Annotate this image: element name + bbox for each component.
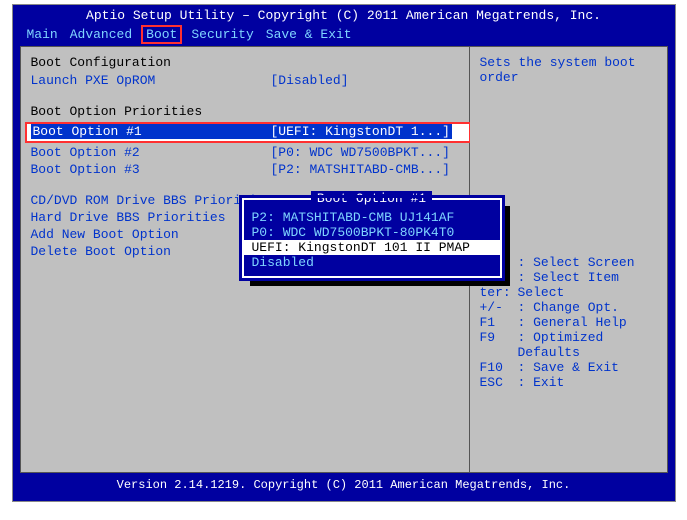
help-save-exit: F10: Save & Exit [480,360,657,375]
boot-option-2-value: [P0: WDC WD7500BPKT...] [271,145,450,160]
boot-config-header: Boot Configuration [31,55,459,70]
bios-setup-screen: Aptio Setup Utility – Copyright (C) 2011… [12,4,676,502]
popup-option-2[interactable]: UEFI: KingstonDT 101 II PMAP [244,240,500,255]
boot-option-2-label: Boot Option #2 [31,145,271,160]
priorities-header: Boot Option Priorities [31,104,459,119]
help-defaults: F9: Optimized Defaults [480,330,657,360]
help-enter: ter:Select [480,285,657,300]
menu-advanced[interactable]: Advanced [70,27,132,42]
help-description: Sets the system boot order [480,55,657,85]
title-bar: Aptio Setup Utility – Copyright (C) 2011… [13,5,675,25]
popup-option-3[interactable]: Disabled [244,255,500,270]
menu-save-exit[interactable]: Save & Exit [266,27,352,42]
help-select-item: : Select Item [480,270,657,285]
popup-option-1[interactable]: P0: WDC WD7500BPKT-80PK4T0 [244,225,500,240]
launch-pxe-value: [Disabled] [271,73,349,88]
launch-pxe-label: Launch PXE OpROM [31,73,271,88]
boot-option-1-value: [UEFI: KingstonDT 1...] [269,124,452,139]
boot-option-1-label: Boot Option #1 [31,124,269,139]
help-select-screen: : Select Screen [480,255,657,270]
launch-pxe-row[interactable]: Launch PXE OpROM [Disabled] [31,73,459,88]
boot-option-1-row[interactable]: Boot Option #1 [UEFI: KingstonDT 1...] [25,122,471,143]
help-escape: ESC: Exit [480,375,657,390]
menu-security[interactable]: Security [191,27,253,42]
menu-bar: Main Advanced Boot Security Save & Exit [13,25,675,46]
boot-option-2-row[interactable]: Boot Option #2 [P0: WDC WD7500BPKT...] [31,145,459,160]
help-general: F1: General Help [480,315,657,330]
popup-title: Boot Option #1 [311,191,432,206]
help-change-opt: +/-: Change Opt. [480,300,657,315]
boot-option-3-value: [P2: MATSHITABD-CMB...] [271,162,450,177]
popup-option-0[interactable]: P2: MATSHITABD-CMB UJ141AF [244,210,500,225]
boot-option-3-row[interactable]: Boot Option #3 [P2: MATSHITABD-CMB...] [31,162,459,177]
boot-option-3-label: Boot Option #3 [31,162,271,177]
boot-option-popup: Boot Option #1 P2: MATSHITABD-CMB UJ141A… [242,198,502,278]
footer-version: Version 2.14.1219. Copyright (C) 2011 Am… [13,475,675,495]
menu-boot[interactable]: Boot [141,25,182,44]
menu-main[interactable]: Main [27,27,58,42]
